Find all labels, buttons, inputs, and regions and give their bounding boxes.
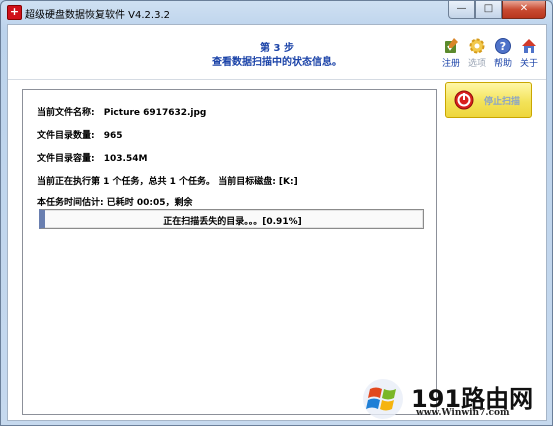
app-window: + 超级硬盘数据恢复软件 V4.2.3.2 — □ ✕ 第 3 步 查看数据扫描…: [0, 0, 553, 426]
options-button[interactable]: 选项: [466, 37, 488, 69]
about-house-icon: [522, 39, 536, 53]
main-content: 第 3 步 查看数据扫描中的状态信息。 注册 选项 ? 帮助 关于 当前文件名称…: [7, 24, 547, 421]
dir-count-row: 文件目录数量: 965: [37, 128, 123, 141]
watermark-url: www.Winwin7.com: [416, 408, 510, 418]
register-button[interactable]: 注册: [440, 37, 462, 69]
scan-progress-bar: 正在扫描丢失的目录。。。[0.91%]: [39, 209, 424, 229]
stop-scan-label: 停止扫描: [484, 96, 521, 107]
app-logo-icon: +: [7, 5, 22, 20]
dir-size-label: 文件目录容量:: [37, 154, 95, 164]
progress-text: 正在扫描丢失的目录。。。[0.91%]: [163, 217, 302, 227]
svg-text:?: ?: [500, 40, 506, 53]
about-label: 关于: [519, 59, 538, 69]
register-label: 注册: [441, 59, 460, 69]
current-file-label: 当前文件名称:: [37, 108, 95, 118]
title-bar[interactable]: + 超级硬盘数据恢复软件 V4.2.3.2 — □ ✕: [1, 1, 552, 23]
toolbar: 注册 选项 ? 帮助 关于: [440, 37, 540, 69]
current-file-row: 当前文件名称: Picture 6917632.jpg: [37, 105, 206, 118]
options-label: 选项: [467, 59, 486, 69]
about-button[interactable]: 关于: [518, 37, 540, 69]
help-icon: ?: [495, 38, 511, 54]
minimize-button[interactable]: —: [448, 1, 475, 19]
site-watermark: 191路由网 www.Winwin7.com: [356, 375, 552, 425]
step-header: 第 3 步 查看数据扫描中的状态信息。 注册 选项 ? 帮助 关于: [8, 25, 546, 80]
dir-count-value: 965: [103, 131, 123, 141]
scan-status-panel: 当前文件名称: Picture 6917632.jpg 文件目录数量: 965 …: [22, 89, 437, 415]
time-estimate-line: 本任务时间估计: 已耗时 00:05，剩余: [37, 198, 193, 208]
task-status-line: 当前正在执行第 1 个任务，总共 1 个任务。 当前目标磁盘: [K:]: [37, 177, 298, 187]
help-label: 帮助: [493, 59, 512, 69]
stop-icon: [454, 90, 474, 110]
window-title: 超级硬盘数据恢复软件 V4.2.3.2: [25, 10, 171, 21]
maximize-button[interactable]: □: [475, 1, 502, 19]
close-button[interactable]: ✕: [502, 1, 546, 19]
dir-size-row: 文件目录容量: 103.54M: [37, 151, 147, 164]
window-controls: — □ ✕: [448, 1, 546, 19]
help-button[interactable]: ? 帮助: [492, 37, 514, 69]
dir-size-value: 103.54M: [103, 154, 148, 164]
dir-count-label: 文件目录数量:: [37, 131, 95, 141]
register-icon: [445, 38, 458, 53]
windows-logo-icon: [363, 379, 403, 419]
options-gear-icon: [469, 38, 485, 54]
stop-scan-button[interactable]: 停止扫描: [445, 82, 532, 118]
current-file-value: Picture 6917632.jpg: [103, 108, 207, 118]
